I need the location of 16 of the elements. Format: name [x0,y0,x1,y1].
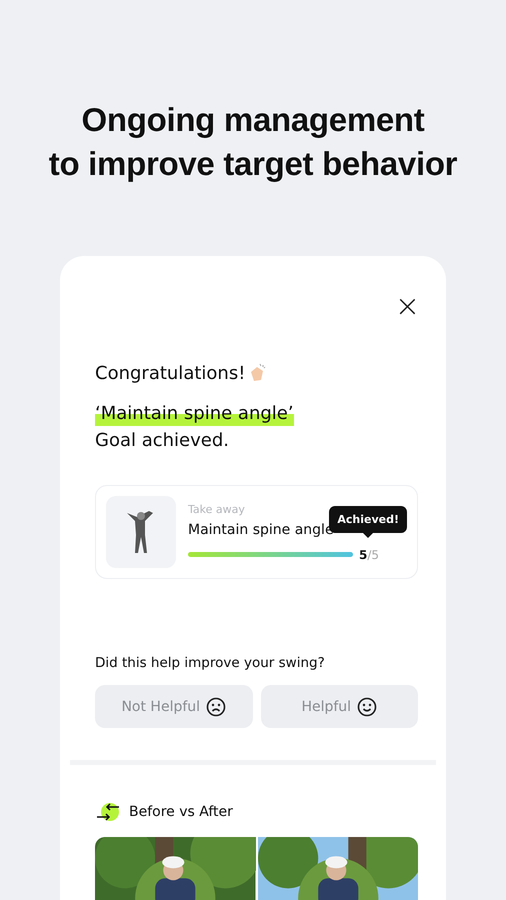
congrats-text: Congratulations! [95,362,246,384]
close-button[interactable]: × [390,292,424,322]
headline: Ongoing management [82,100,424,140]
progress-count: 5/5 [359,548,380,562]
golfer-drawing [106,496,176,568]
section-title: Before vs After [129,804,233,820]
goal-achieved-text: Goal achieved. [95,430,230,451]
feedback-question: Did this help improve your swing? [95,655,326,671]
feedback-button[interactable]: Not Helpful [95,685,252,728]
headline: to improve target behavior [48,144,458,184]
category-label: Take away [188,502,246,516]
smiley-icon [357,696,378,716]
feedback-button[interactable]: Helpful [260,685,418,728]
swap-arrows-icon [95,801,121,824]
highlighted-goal: ‘Maintain spine angle’ [95,402,294,426]
sad-face-icon [206,696,226,716]
